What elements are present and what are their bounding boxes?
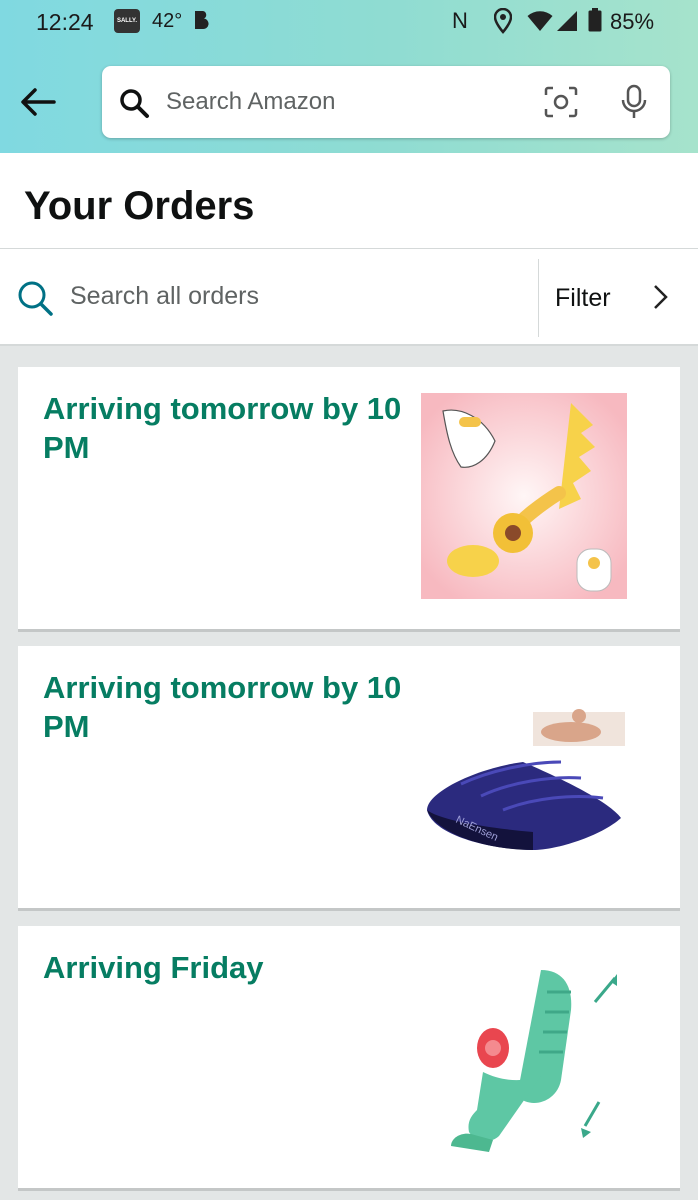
clock: 12:24 [36,9,94,35]
app-header: 12:24 SALLY. 42° N 85% Search Amazon [0,0,698,153]
sally-app-icon: SALLY. [114,9,140,33]
order-card[interactable]: Arriving tomorrow by 10 PM [18,367,680,632]
delivery-status: Arriving tomorrow by 10 PM [43,670,402,744]
order-search-bar: Search all orders Filter [0,249,698,346]
amazon-search-bar[interactable]: Search Amazon [102,66,670,138]
filter-label: Filter [555,284,611,312]
temperature: 42° [152,10,183,32]
page-title: Your Orders [24,184,255,228]
product-thumbnail: NaEnsen [421,672,627,878]
microphone-icon[interactable] [620,84,648,120]
b-app-icon [195,11,209,30]
location-icon [494,8,512,34]
back-arrow-icon[interactable] [18,82,58,122]
page-title-bar: Your Orders [0,153,698,249]
signal-icon [557,11,577,31]
search-icon [120,89,149,118]
product-thumbnail [421,952,627,1158]
search-input[interactable]: Search Amazon [166,88,335,116]
wifi-icon [527,11,553,31]
camera-scan-icon[interactable] [544,86,578,118]
chevron-right-icon [654,285,668,309]
order-search-input[interactable]: Search all orders [70,282,259,311]
product-thumbnail [421,393,627,599]
delivery-status: Arriving Friday [43,950,264,985]
delivery-status: Arriving tomorrow by 10 PM [43,391,402,465]
status-bar: 12:24 SALLY. 42° N 85% [0,0,698,44]
order-card[interactable]: Arriving Friday [18,926,680,1191]
battery-icon [588,8,602,32]
nfc-icon: N [452,8,468,33]
filter-button[interactable]: Filter [539,249,698,344]
battery-percent: 85% [610,9,655,34]
order-card[interactable]: Arriving tomorrow by 10 PM NaEnsen [18,646,680,911]
search-icon [18,281,53,316]
